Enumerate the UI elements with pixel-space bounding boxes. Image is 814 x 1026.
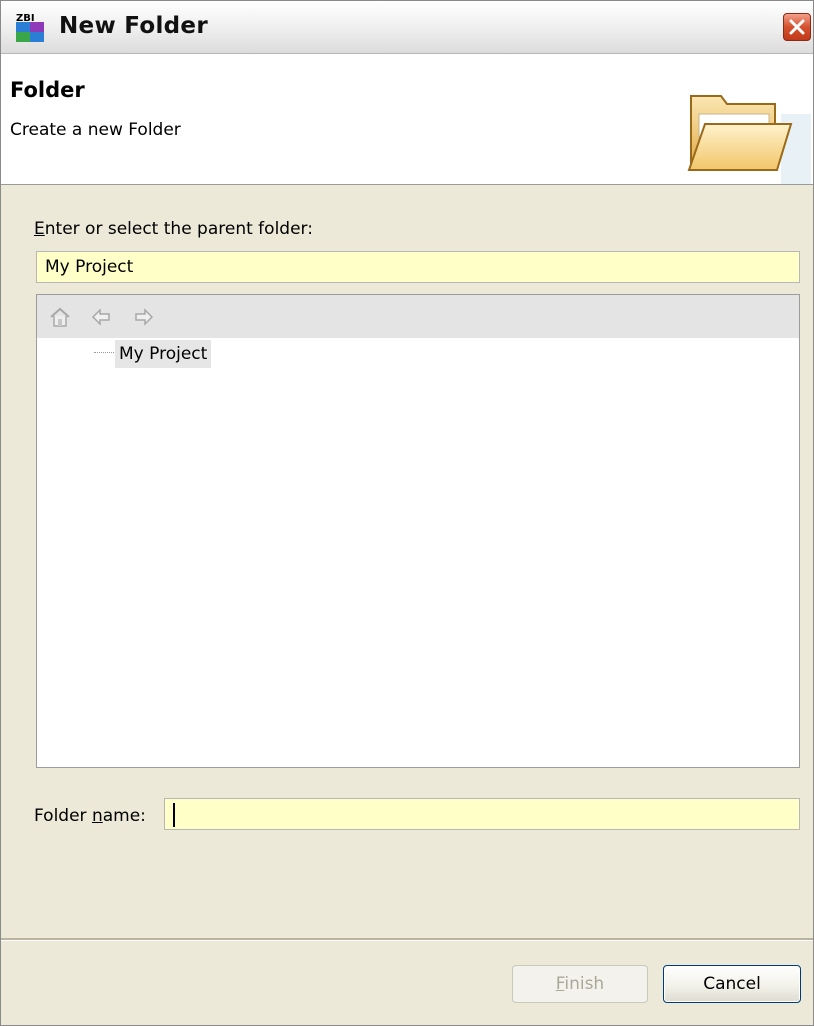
back-arrow-icon[interactable]	[90, 306, 112, 328]
folder-name-label: Folder name:	[34, 806, 146, 826]
header-description: Create a new Folder	[10, 120, 181, 140]
parent-folder-label: Enter or select the parent folder:	[34, 219, 313, 239]
close-icon	[789, 19, 805, 35]
new-folder-dialog: ZBI New Folder Folder Create a new Folde…	[0, 0, 814, 1026]
home-icon[interactable]	[49, 306, 71, 328]
folder-name-input[interactable]	[164, 798, 800, 830]
close-button[interactable]	[783, 13, 811, 41]
wizard-header: Folder Create a new Folder	[1, 54, 813, 185]
title-bar[interactable]: ZBI New Folder	[1, 1, 813, 54]
cancel-button[interactable]: Cancel	[663, 965, 801, 1003]
text-caret	[173, 803, 175, 827]
zbi-app-icon: ZBI	[16, 13, 44, 42]
tree-toolbar	[37, 295, 799, 338]
folder-tree[interactable]: My Project	[36, 294, 800, 768]
window-title: New Folder	[59, 13, 208, 39]
tree-item-my-project[interactable]: My Project	[115, 340, 212, 368]
folder-banner-icon	[687, 95, 811, 184]
finish-button[interactable]: Finish	[512, 965, 648, 1003]
header-title: Folder	[10, 78, 85, 102]
svg-text:ZBI: ZBI	[16, 13, 35, 24]
parent-folder-input[interactable]: My Project	[36, 251, 800, 283]
forward-arrow-icon[interactable]	[133, 306, 155, 328]
